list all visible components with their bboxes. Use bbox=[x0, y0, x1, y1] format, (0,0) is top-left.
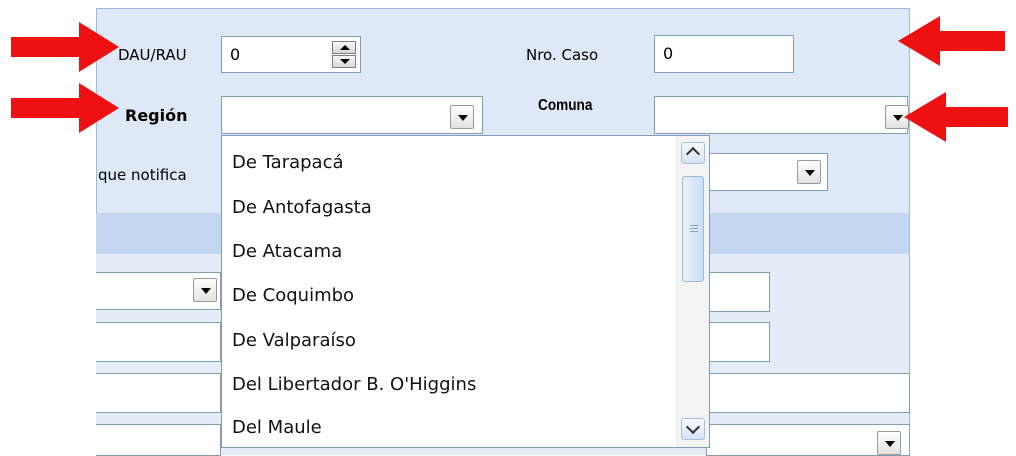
list-item[interactable]: De Antofagasta bbox=[232, 197, 372, 218]
list-item[interactable]: De Tarapacá bbox=[232, 152, 344, 173]
region-dropdown-arrow-icon[interactable] bbox=[450, 105, 474, 129]
nro-caso-input[interactable]: 0 bbox=[654, 35, 794, 73]
red-arrow-icon bbox=[11, 22, 119, 72]
lower-input-2-right[interactable] bbox=[706, 322, 770, 362]
list-item[interactable]: De Atacama bbox=[232, 241, 342, 262]
red-arrow-icon bbox=[11, 83, 119, 133]
lower-input-4[interactable] bbox=[96, 424, 221, 456]
region-select[interactable] bbox=[221, 96, 483, 134]
lower-input-1-right[interactable] bbox=[706, 272, 770, 312]
spinner-down-icon[interactable] bbox=[332, 55, 356, 68]
scroll-up-icon[interactable] bbox=[681, 142, 705, 164]
list-item[interactable]: Del Maule bbox=[232, 417, 322, 438]
list-scrollbar[interactable] bbox=[676, 136, 709, 447]
list-item[interactable]: Del Libertador B. O'Higgins bbox=[232, 374, 476, 395]
lower-select-1[interactable] bbox=[96, 272, 221, 310]
spinner-up-icon[interactable] bbox=[332, 41, 356, 54]
red-arrow-icon bbox=[898, 16, 1008, 66]
notifica-select[interactable] bbox=[706, 153, 828, 191]
lower-dropdown-arrow-icon[interactable] bbox=[193, 278, 217, 302]
dau-rau-input[interactable]: 0 bbox=[221, 36, 361, 73]
lower-input-3-right[interactable] bbox=[706, 373, 910, 413]
scroll-down-icon[interactable] bbox=[681, 418, 705, 440]
notifica-dropdown-arrow-icon[interactable] bbox=[797, 160, 821, 184]
lower-dropdown-arrow-icon[interactable] bbox=[877, 431, 901, 455]
dau-rau-label: DAU/RAU bbox=[118, 46, 187, 64]
notifica-label: que notifica bbox=[98, 166, 187, 184]
scrollbar-thumb[interactable] bbox=[682, 176, 704, 282]
lower-input-3[interactable] bbox=[96, 373, 221, 413]
comuna-select[interactable] bbox=[654, 96, 909, 134]
region-label: Región bbox=[125, 106, 188, 125]
red-arrow-icon bbox=[904, 92, 1010, 142]
nro-caso-label: Nro. Caso bbox=[526, 46, 599, 64]
comuna-label: Comuna bbox=[538, 97, 593, 114]
list-item[interactable]: De Coquimbo bbox=[232, 285, 354, 306]
list-item[interactable]: De Valparaíso bbox=[232, 330, 356, 351]
lower-select-4-right[interactable] bbox=[706, 424, 910, 456]
region-dropdown-list[interactable]: De Tarapacá De Antofagasta De Atacama De… bbox=[221, 135, 710, 448]
lower-input-2[interactable] bbox=[96, 322, 221, 362]
